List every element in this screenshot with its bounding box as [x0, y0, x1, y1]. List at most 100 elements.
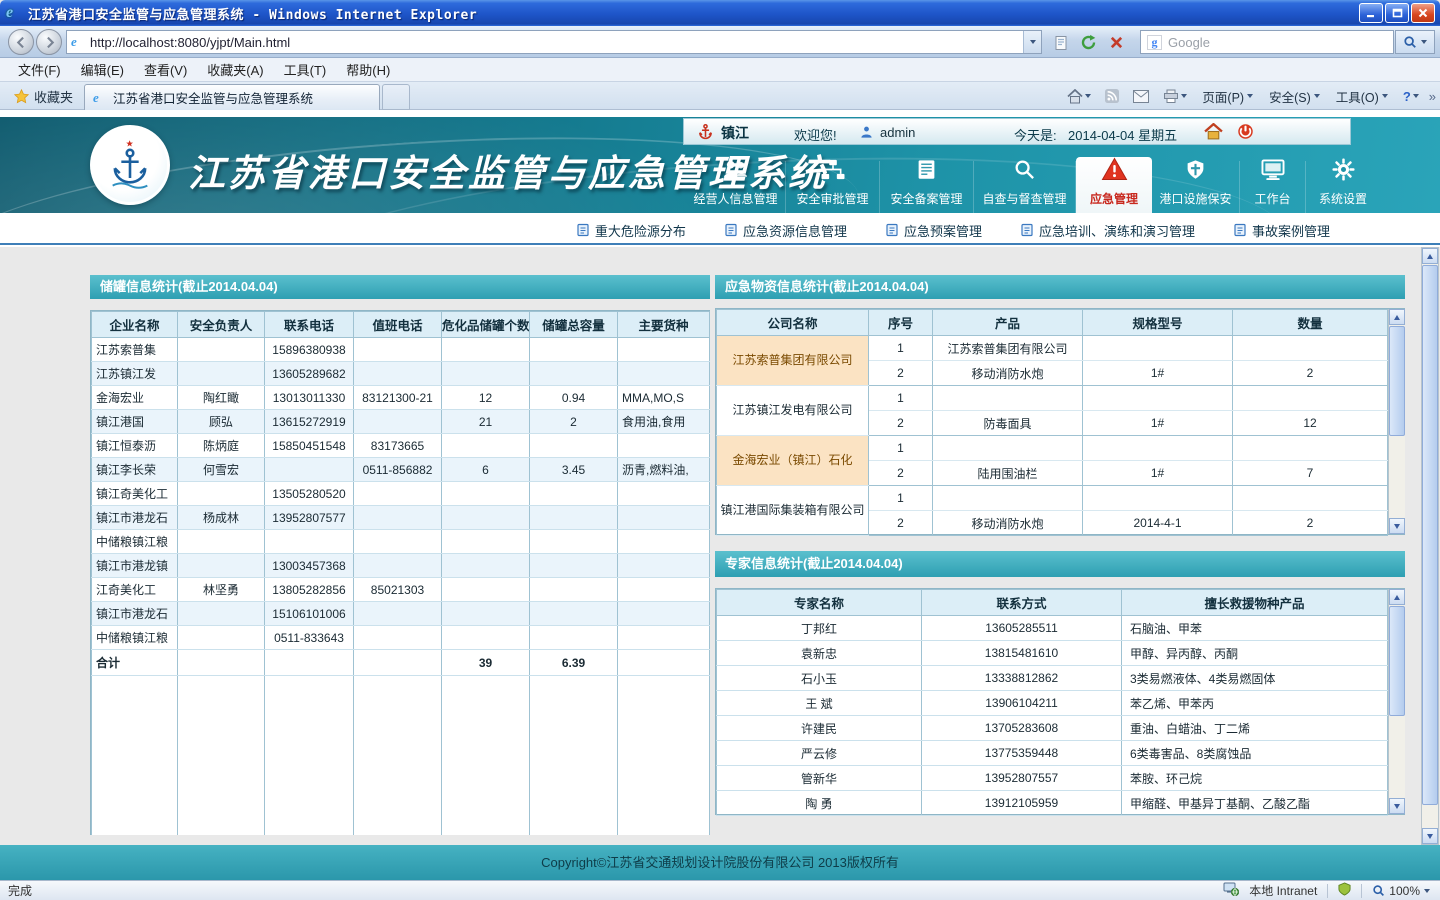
table-row: 陶 勇13912105959甲缩醛、甲基异丁基酮、乙酸乙酯: [717, 791, 1388, 816]
feeds-button[interactable]: [1101, 87, 1123, 105]
page-menu-button[interactable]: 页面(P): [1197, 85, 1258, 108]
forward-button[interactable]: [36, 29, 62, 55]
port-name: 镇江: [721, 123, 749, 143]
scroll-down-icon[interactable]: [1422, 828, 1438, 844]
table-cell: [442, 602, 530, 626]
table-cell: [618, 434, 710, 458]
stop-button[interactable]: [1104, 31, 1129, 54]
column-header: 规格型号: [1083, 310, 1233, 336]
browser-tab[interactable]: 江苏省港口安全监管与应急管理系统: [84, 84, 380, 110]
table-cell: [178, 530, 265, 554]
scroll-up-icon[interactable]: [1389, 589, 1405, 605]
table-cell: 镇江市港龙镇: [92, 554, 178, 578]
menu-help[interactable]: 帮助(H): [336, 57, 400, 82]
scroll-thumb[interactable]: [1389, 606, 1405, 716]
menu-edit[interactable]: 编辑(E): [71, 57, 134, 82]
search-box[interactable]: Google: [1140, 30, 1394, 54]
home-shortcut-icon[interactable]: [1204, 123, 1223, 143]
address-dropdown[interactable]: [1023, 31, 1041, 53]
address-bar[interactable]: http://localhost:8080/yjpt/Main.html: [66, 30, 1042, 54]
table-cell: [442, 578, 530, 602]
search-button[interactable]: [1395, 30, 1435, 54]
nav-self-inspection[interactable]: 自查与督查管理: [974, 161, 1076, 213]
scroll-down-icon[interactable]: [1389, 518, 1405, 534]
table-cell: 13912105959: [922, 791, 1122, 816]
doc-icon: [724, 223, 738, 237]
page-scrollbar[interactable]: [1421, 247, 1439, 845]
scroll-down-icon[interactable]: [1389, 798, 1405, 814]
tank-table-head-row: 企业名称安全负责人联系电话值班电话危化品储罐个数储罐总容量主要货种: [92, 312, 710, 338]
tools-menu-button[interactable]: 工具(O): [1331, 85, 1393, 108]
home-button[interactable]: [1063, 87, 1095, 106]
welcome-text: 欢迎您!: [794, 125, 837, 144]
refresh-button[interactable]: [1076, 31, 1101, 54]
table-row: 江苏镇江发电有限公司1: [717, 386, 1388, 411]
table-cell: [265, 458, 354, 482]
table-cell: [530, 626, 618, 650]
tab-favicon-icon: [93, 90, 107, 106]
print-button[interactable]: [1159, 87, 1191, 106]
experts-table-body: 丁邦红13605285511石脑油、甲苯袁新忠13815481610甲醇、异丙醇…: [717, 616, 1388, 816]
nav-safety-record[interactable]: 安全备案管理: [880, 161, 974, 213]
table-cell: [1233, 386, 1388, 411]
table-cell: 6.39: [530, 650, 618, 676]
column-header: 储罐总容量: [530, 312, 618, 338]
menu-file[interactable]: 文件(F): [8, 57, 71, 82]
page-viewport: 江苏省港口安全监管与应急管理系统 镇江 欢迎您! admin 今天是: 2014…: [0, 110, 1440, 880]
table-cell: [442, 482, 530, 506]
table-row: 江苏索普集团有限公司1江苏索普集团有限公司: [717, 336, 1388, 361]
subnav-emergency-plans[interactable]: 应急预案管理: [885, 221, 982, 240]
overflow-chevron-icon[interactable]: [1429, 89, 1436, 104]
new-tab-button[interactable]: [382, 84, 410, 110]
back-button[interactable]: [8, 29, 34, 55]
table-cell: [1083, 386, 1233, 411]
table-cell: [933, 386, 1083, 411]
help-button[interactable]: [1399, 87, 1423, 106]
table-cell: [442, 626, 530, 650]
read-mail-button[interactable]: [1129, 88, 1153, 105]
table-cell: [933, 486, 1083, 511]
supplies-scrollbar[interactable]: [1388, 309, 1405, 534]
table-cell: 2: [869, 461, 933, 486]
orgchart-icon: [820, 158, 846, 186]
menu-tools[interactable]: 工具(T): [274, 57, 337, 82]
table-cell: 21: [442, 410, 530, 434]
minimize-button[interactable]: [1359, 3, 1383, 23]
table-cell: 13815481610: [922, 641, 1122, 666]
restore-button[interactable]: [1385, 3, 1409, 23]
subnav-emergency-resources[interactable]: 应急资源信息管理: [724, 221, 847, 240]
protected-mode-icon[interactable]: [1338, 882, 1351, 899]
menu-view[interactable]: 查看(V): [134, 57, 197, 82]
subnav-hazard-distribution[interactable]: 重大危险源分布: [576, 221, 686, 240]
table-cell: 6: [442, 458, 530, 482]
nav-safety-approval[interactable]: 安全审批管理: [786, 161, 880, 213]
nav-workbench[interactable]: 工作台: [1240, 161, 1306, 213]
table-cell: 7: [1233, 461, 1388, 486]
table-cell: [354, 650, 442, 676]
magnifier-icon: [1013, 158, 1036, 186]
scroll-thumb[interactable]: [1422, 265, 1438, 805]
table-cell: 沥青,燃料油,: [618, 458, 710, 482]
menu-favorites[interactable]: 收藏夹(A): [197, 57, 273, 82]
experts-scrollbar[interactable]: [1388, 589, 1405, 814]
nav-operator-info[interactable]: 经营人信息管理: [686, 161, 786, 213]
table-cell: [530, 530, 618, 554]
close-button[interactable]: [1411, 3, 1435, 23]
page-footer: Copyright©江苏省交通规划设计院股份有限公司 2013版权所有: [0, 845, 1440, 880]
table-cell: 39: [442, 650, 530, 676]
zoom-control[interactable]: 100%: [1372, 884, 1430, 898]
table-cell: [442, 530, 530, 554]
scroll-up-icon[interactable]: [1422, 248, 1438, 264]
subnav-accident-cases[interactable]: 事故案例管理: [1233, 221, 1330, 240]
favorites-button[interactable]: 收藏夹: [6, 85, 81, 107]
compatibility-view-button[interactable]: [1048, 31, 1073, 54]
scroll-up-icon[interactable]: [1389, 309, 1405, 325]
nav-system-settings[interactable]: 系统设置: [1306, 161, 1380, 213]
subnav-training-drills[interactable]: 应急培训、演练和演习管理: [1020, 221, 1195, 240]
safety-menu-button[interactable]: 安全(S): [1264, 85, 1325, 108]
scroll-thumb[interactable]: [1389, 326, 1405, 436]
nav-emergency-management[interactable]: 应急管理: [1076, 157, 1152, 213]
table-row: 镇江港国际集装箱有限公司1: [717, 486, 1388, 511]
logout-icon[interactable]: [1237, 123, 1254, 143]
nav-port-security[interactable]: 港口设施保安: [1152, 161, 1240, 213]
